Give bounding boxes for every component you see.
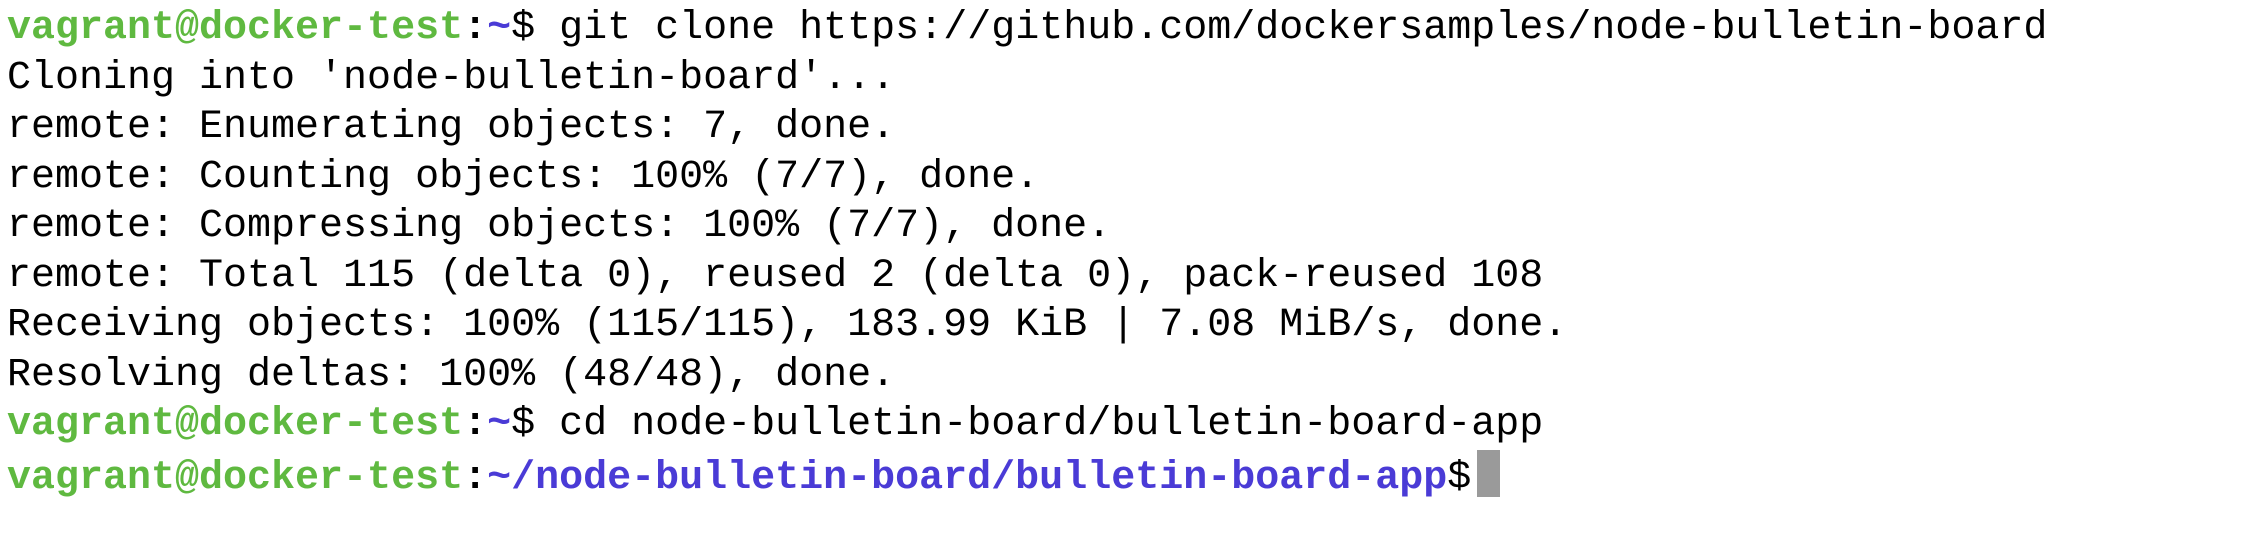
prompt-line: vagrant@docker-test:~/node-bulletin-boar…	[7, 449, 2047, 501]
command-text: git clone https://github.com/dockersampl…	[559, 6, 2048, 51]
output-line: remote: Enumerating objects: 7, done.	[7, 105, 896, 150]
output-line: remote: Total 115 (delta 0), reused 2 (d…	[7, 253, 1544, 299]
prompt-user: vagrant@docker-test	[7, 455, 464, 501]
prompt-path: ~/node-bulletin-board/bulletin-board-app	[487, 455, 1448, 501]
prompt-user: vagrant@docker-test	[7, 6, 464, 51]
output-line: remote: Counting objects: 100% (7/7), do…	[7, 154, 1040, 200]
terminal-output[interactable]: vagrant@docker-test:~$ git clone https:/…	[7, 4, 2048, 501]
output-line: remote: Compressing objects: 100% (7/7),…	[7, 204, 1112, 249]
output-line: Cloning into 'node-bulletin-board'...	[7, 55, 896, 101]
text-cursor	[1477, 449, 1501, 497]
prompt-path: ~	[487, 6, 512, 51]
command-text: cd node-bulletin-board/bulletin-board-ap…	[559, 402, 1544, 447]
output-line: Resolving deltas: 100% (48/48), done.	[7, 352, 896, 398]
prompt-line: vagrant@docker-test:~$ cd node-bulletin-…	[7, 402, 1544, 447]
prompt-line: vagrant@docker-test:~$ git clone https:/…	[7, 6, 2048, 51]
prompt-path: ~	[487, 402, 512, 447]
prompt-user: vagrant@docker-test	[7, 402, 464, 447]
output-line: Receiving objects: 100% (115/115), 183.9…	[7, 303, 1568, 348]
